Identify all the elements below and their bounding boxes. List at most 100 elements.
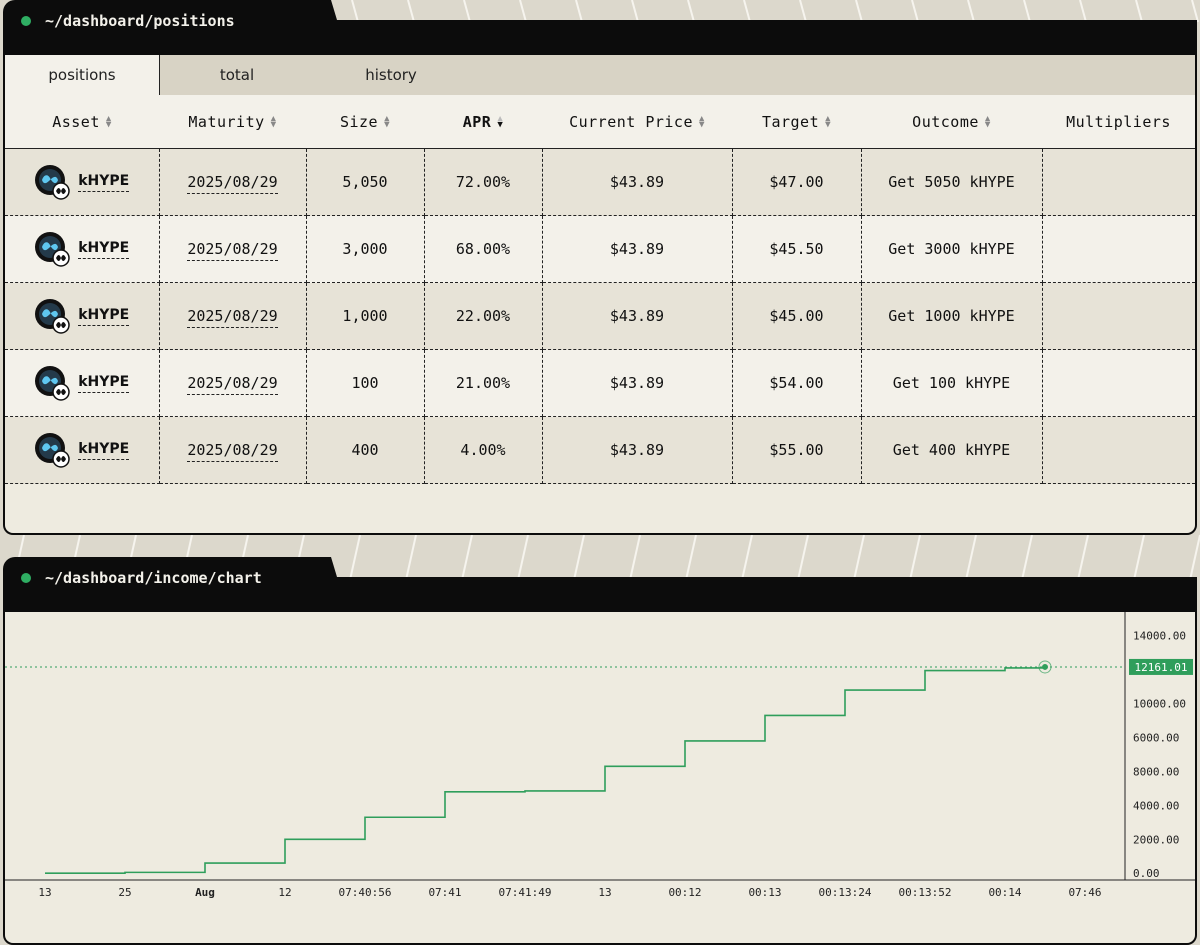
sort-icon[interactable]: ▲ ▼ (106, 115, 112, 130)
column-header-maturity[interactable]: Maturity ▲ ▼ (159, 95, 306, 149)
cell-outcome: Get 400 kHYPE (861, 416, 1043, 484)
cell-apr: 72.00% (424, 148, 543, 216)
sort-desc-icon[interactable]: ▲ ▼ (497, 115, 503, 130)
column-header-label: Size (339, 112, 379, 131)
column-header-outcome[interactable]: Outcome ▲ ▼ (861, 95, 1042, 149)
column-header-label: Outcome (912, 112, 979, 131)
cell-asset: kHYPE (5, 215, 160, 283)
column-header-label: Asset (52, 112, 100, 131)
table-row[interactable]: kHYPE 2025/08/29 100 21.00% $43.89 $54.00 Get … (5, 349, 1195, 417)
x-tick-label: 07:41 (428, 886, 461, 899)
column-header-label: Target (761, 112, 820, 131)
y-tick-label: 10000.00 (1133, 698, 1186, 711)
cell-asset: kHYPE (5, 148, 160, 216)
income-chart-body: 0.00 2000.00 4000.00 8000.00 6000.00 10000.00… (3, 612, 1197, 945)
cell-size: 400 (306, 416, 425, 484)
cell-outcome: Get 5050 kHYPE (861, 148, 1043, 216)
cell-price: $43.89 (542, 349, 733, 417)
asset-name[interactable]: kHYPE (78, 240, 130, 259)
x-tick-label: 07:40:56 (339, 886, 392, 899)
cell-maturity: 2025/08/29 (159, 215, 307, 283)
panel-title: ~/dashboard/income/chart (21, 569, 262, 587)
asset-cell[interactable]: kHYPE (6, 164, 158, 200)
tab-positions[interactable]: positions (5, 55, 160, 96)
y-tick-label: 2000.00 (1133, 833, 1179, 846)
sort-icon[interactable]: ▲ ▼ (271, 115, 277, 130)
asset-name[interactable]: kHYPE (78, 374, 130, 393)
cell-apr: 21.00% (424, 349, 543, 417)
maturity-date[interactable]: 2025/08/29 (187, 441, 278, 462)
cell-price: $43.89 (542, 282, 733, 350)
cell-multipliers (1042, 282, 1195, 350)
panel-title: ~/dashboard/positions (21, 12, 235, 30)
asset-name[interactable]: kHYPE (78, 441, 130, 460)
maturity-date[interactable]: 2025/08/29 (187, 240, 278, 261)
cell-multipliers (1042, 416, 1195, 484)
column-header-label: Maturity (188, 112, 265, 131)
table-row[interactable]: kHYPE 2025/08/29 400 4.00% $43.89 $55.00 Get 4… (5, 416, 1195, 484)
status-dot-icon (21, 16, 31, 26)
cell-maturity: 2025/08/29 (159, 349, 307, 417)
income-panel-title: ~/dashboard/income/chart (45, 569, 262, 587)
x-tick-label: 00:13 (748, 886, 781, 899)
last-point (1042, 663, 1048, 670)
column-header-label: APR (462, 112, 492, 131)
sort-icon[interactable]: ▲ ▼ (699, 115, 705, 130)
cell-size: 100 (306, 349, 425, 417)
cell-apr: 4.00% (424, 416, 543, 484)
asset-cell[interactable]: kHYPE (6, 231, 158, 267)
asset-cell[interactable]: kHYPE (6, 432, 158, 468)
cell-apr: 22.00% (424, 282, 543, 350)
cell-target: $55.00 (732, 416, 862, 484)
y-tick-label: 14000.00 (1133, 630, 1186, 643)
cell-price: $43.89 (542, 215, 733, 283)
cell-asset: kHYPE (5, 349, 160, 417)
khype-token-icon (35, 433, 70, 468)
y-tick-label: 0.00 (1133, 867, 1160, 880)
asset-name[interactable]: kHYPE (78, 173, 130, 192)
maturity-date[interactable]: 2025/08/29 (187, 173, 278, 194)
income-chart[interactable]: 0.00 2000.00 4000.00 8000.00 6000.00 10000.00… (5, 612, 1195, 943)
cell-outcome: Get 1000 kHYPE (861, 282, 1043, 350)
column-header-label: Multipliers (1066, 112, 1171, 131)
table-row[interactable]: kHYPE 2025/08/29 1,000 22.00% $43.89 $45.00 Ge… (5, 282, 1195, 350)
y-tick-label: 4000.00 (1133, 799, 1179, 812)
cell-outcome: Get 100 kHYPE (861, 349, 1043, 417)
plot-area (5, 612, 1125, 880)
tab-bar: positions total history (5, 55, 1195, 96)
table-row[interactable]: kHYPE 2025/08/29 3,000 68.00% $43.89 $45.50 Ge… (5, 215, 1195, 283)
positions-table: Asset ▲ ▼ Maturity ▲ ▼ Size ▲ ▼ APR ▲ ▼ Current Pric… (5, 95, 1195, 484)
column-header-size[interactable]: Size ▲ ▼ (306, 95, 424, 149)
asset-name[interactable]: kHYPE (78, 307, 130, 326)
cell-apr: 68.00% (424, 215, 543, 283)
column-header-target[interactable]: Target ▲ ▼ (732, 95, 861, 149)
sort-icon[interactable]: ▲ ▼ (985, 115, 991, 130)
column-header-apr[interactable]: APR ▲ ▼ (424, 95, 542, 149)
asset-cell[interactable]: kHYPE (6, 365, 158, 401)
sort-icon[interactable]: ▲ ▼ (825, 115, 831, 130)
cell-multipliers (1042, 215, 1195, 283)
cell-multipliers (1042, 349, 1195, 417)
khype-token-icon (35, 299, 70, 334)
sort-icon[interactable]: ▲ ▼ (384, 115, 390, 130)
asset-cell[interactable]: kHYPE (6, 298, 158, 334)
cell-target: $45.00 (732, 282, 862, 350)
last-value-label: 12161.01 (1135, 661, 1188, 674)
x-tick-label: Aug (195, 886, 215, 899)
cell-asset: kHYPE (5, 416, 160, 484)
tab-history[interactable]: history (314, 55, 468, 95)
column-header-current-price[interactable]: Current Price ▲ ▼ (542, 95, 732, 149)
tab-total[interactable]: total (160, 55, 314, 95)
column-header-multipliers[interactable]: Multipliers (1042, 95, 1195, 149)
table-row[interactable]: kHYPE 2025/08/29 5,050 72.00% $43.89 $47.00 Ge… (5, 148, 1195, 216)
x-tick-label: 25 (118, 886, 131, 899)
column-header-asset[interactable]: Asset ▲ ▼ (5, 95, 159, 149)
x-tick-label: 07:41:49 (499, 886, 552, 899)
cell-multipliers (1042, 148, 1195, 216)
maturity-date[interactable]: 2025/08/29 (187, 307, 278, 328)
x-tick-label: 00:13:52 (899, 886, 952, 899)
y-tick-label: 8000.00 (1133, 765, 1179, 778)
x-tick-label: 07:46 (1068, 886, 1101, 899)
cell-size: 1,000 (306, 282, 425, 350)
maturity-date[interactable]: 2025/08/29 (187, 374, 278, 395)
